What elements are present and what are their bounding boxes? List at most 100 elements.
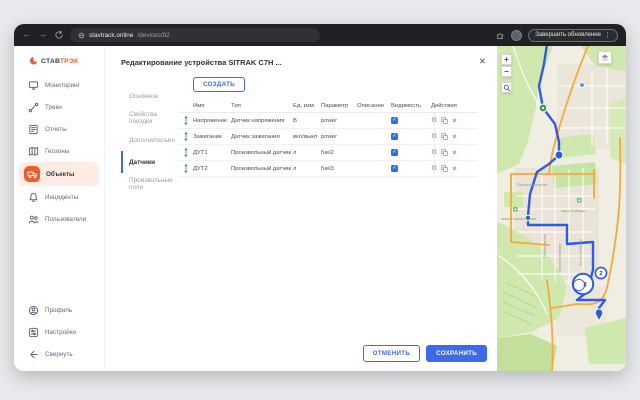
sensor-delete-icon[interactable]: × xyxy=(452,117,456,125)
visibility-checkbox[interactable]: ✓ xyxy=(391,149,398,156)
sensor-delete-icon[interactable]: × xyxy=(452,149,456,157)
sidebar-bottom: Профиль Настройки Свернуть xyxy=(14,299,104,365)
sensor-type: Датчик напряжения xyxy=(231,118,293,124)
browser-toolbar: ← → stavtrack.online/devices/92 Завершит… xyxy=(14,24,626,46)
sidebar: СТАВТРЭК Мониторинг Треки Отчеты xyxy=(14,46,105,371)
map-layers-button[interactable] xyxy=(598,51,612,64)
tab-trip-properties[interactable]: Свойства поездки xyxy=(121,107,179,129)
objects-icon-tile xyxy=(24,166,40,182)
logo-text: СТАВТРЭК xyxy=(41,58,78,65)
tab-additional[interactable]: Дополнительно xyxy=(121,129,179,151)
sensor-copy-icon[interactable] xyxy=(441,149,448,156)
sidebar-item-collapse[interactable]: Свернуть xyxy=(14,343,104,365)
truck-icon xyxy=(27,169,38,180)
modal-title: Редактирование устройства SITRAK C7H ... xyxy=(105,46,497,67)
sensor-unit: В xyxy=(293,118,321,124)
table-row: ДУТ1 Произвольный датчик л fuel2 ✓ ⚙ × xyxy=(179,145,477,161)
tab-custom-fields[interactable]: Произвольные поля xyxy=(121,173,179,195)
cluster-marker-2[interactable]: 2 xyxy=(595,267,606,278)
drag-handle-icon[interactable] xyxy=(179,131,193,142)
sensor-copy-icon[interactable] xyxy=(441,117,448,124)
modal-tabs: Основное Свойства поездки Дополнительно … xyxy=(105,73,179,195)
save-button[interactable]: СОХРАНИТЬ xyxy=(426,345,487,362)
sidebar-item-reports[interactable]: Отчеты xyxy=(14,118,104,140)
url-bar[interactable]: stavtrack.online/devices/92 xyxy=(70,28,320,42)
sidebar-item-incidents[interactable]: Инциденты xyxy=(14,186,104,208)
refresh-icon[interactable] xyxy=(54,30,64,40)
finish-update-label: Завершить обновление xyxy=(535,32,601,38)
extensions-icon[interactable] xyxy=(496,31,505,40)
sensor-delete-icon[interactable]: × xyxy=(452,165,456,173)
map-zoom-in-button[interactable]: + xyxy=(501,54,512,65)
sidebar-item-objects[interactable]: Объекты xyxy=(19,162,99,186)
sensor-settings-icon[interactable]: ⚙ xyxy=(431,117,437,124)
sensor-copy-icon[interactable] xyxy=(441,133,448,140)
drag-handle-icon[interactable] xyxy=(179,163,193,174)
geozones-icon xyxy=(28,146,39,157)
cluster-marker-3[interactable]: 3 xyxy=(573,274,593,294)
map-search-button[interactable] xyxy=(501,82,512,93)
sensors-content: СОЗДАТЬ Имя Тип Ед. изм. Параметр Описан… xyxy=(179,73,497,195)
forward-icon[interactable]: → xyxy=(38,31,48,39)
users-icon xyxy=(28,214,39,225)
route-vertex-marker xyxy=(555,151,563,159)
map-label: Промышленный xyxy=(517,182,547,187)
sidebar-item-monitoring[interactable]: Мониторинг xyxy=(14,74,104,96)
header-visibility: Видимость xyxy=(391,103,431,109)
sidebar-nav: Мониторинг Треки Отчеты Геозоны xyxy=(14,74,104,230)
create-sensor-button[interactable]: СОЗДАТЬ xyxy=(193,77,245,92)
kebab-menu-icon[interactable]: ⋮ xyxy=(604,31,611,39)
url-path: /devices/92 xyxy=(137,32,169,39)
sensor-copy-icon[interactable] xyxy=(441,165,448,172)
map-label: парк Победы xyxy=(561,208,585,213)
sidebar-item-tracks[interactable]: Треки xyxy=(14,96,104,118)
map-panel[interactable]: 2 3 Промышленный парк Победы сквер Герое… xyxy=(497,46,626,371)
sidebar-item-profile[interactable]: Профиль xyxy=(14,299,104,321)
sensor-param: fuel3 xyxy=(321,166,357,172)
map-zoom-out-button[interactable]: − xyxy=(501,66,512,77)
sensor-settings-icon[interactable]: ⚙ xyxy=(431,165,437,172)
table-row: Напряжение Датчик напряжения В power ✓ ⚙… xyxy=(179,113,477,129)
sidebar-item-label: Настройки xyxy=(45,329,76,336)
drag-handle-icon[interactable] xyxy=(179,115,193,126)
modal-footer: ОТМЕНИТЬ СОХРАНИТЬ xyxy=(363,345,487,362)
finish-update-button[interactable]: Завершить обновление ⋮ xyxy=(528,29,618,42)
visibility-checkbox[interactable]: ✓ xyxy=(391,117,398,124)
sidebar-item-label: Свернуть xyxy=(45,351,73,358)
sensor-settings-icon[interactable]: ⚙ xyxy=(431,149,437,156)
table-row: ДУТ2 Произвольный датчик л fuel3 ✓ ⚙ × xyxy=(179,161,477,177)
close-icon[interactable]: ✕ xyxy=(479,57,486,66)
sidebar-item-label: Инциденты xyxy=(45,194,78,201)
sensor-type: Произвольный датчик xyxy=(231,166,293,172)
site-info-icon[interactable] xyxy=(78,32,85,39)
sensor-type: Датчик зажигания xyxy=(231,134,293,140)
sensor-name: ДУТ2 xyxy=(193,166,231,172)
tab-main[interactable]: Основное xyxy=(121,85,179,107)
sidebar-item-label: Геозоны xyxy=(45,148,69,155)
edit-device-modal: Редактирование устройства SITRAK C7H ...… xyxy=(105,46,497,371)
app-root: СТАВТРЭК Мониторинг Треки Отчеты xyxy=(14,46,626,371)
sidebar-item-geozones[interactable]: Геозоны xyxy=(14,140,104,162)
sensor-name: ДУТ1 xyxy=(193,150,231,156)
sidebar-item-label: Мониторинг xyxy=(45,82,80,89)
browser-avatar[interactable] xyxy=(511,30,522,41)
sidebar-item-users[interactable]: Пользователи xyxy=(14,208,104,230)
sidebar-item-settings[interactable]: Настройки xyxy=(14,321,104,343)
svg-text:3: 3 xyxy=(583,282,587,289)
visibility-checkbox[interactable]: ✓ xyxy=(391,165,398,172)
map-label: Рогожникова xyxy=(542,234,547,258)
visibility-checkbox[interactable]: ✓ xyxy=(391,133,398,140)
settings-icon xyxy=(28,327,39,338)
browser-window: ← → stavtrack.online/devices/92 Завершит… xyxy=(14,24,626,371)
tab-sensors[interactable]: Датчики xyxy=(121,151,179,173)
collapse-arrow-icon xyxy=(28,349,39,360)
drag-handle-icon[interactable] xyxy=(179,147,193,158)
sidebar-item-label: Пользователи xyxy=(45,216,86,223)
tracks-icon xyxy=(28,102,39,113)
sensor-param: power xyxy=(321,118,357,124)
sensor-delete-icon[interactable]: × xyxy=(452,133,456,141)
back-icon[interactable]: ← xyxy=(22,31,32,39)
sensor-settings-icon[interactable]: ⚙ xyxy=(431,133,437,140)
map-label: Перспективная xyxy=(557,244,562,272)
cancel-button[interactable]: ОТМЕНИТЬ xyxy=(363,345,420,362)
